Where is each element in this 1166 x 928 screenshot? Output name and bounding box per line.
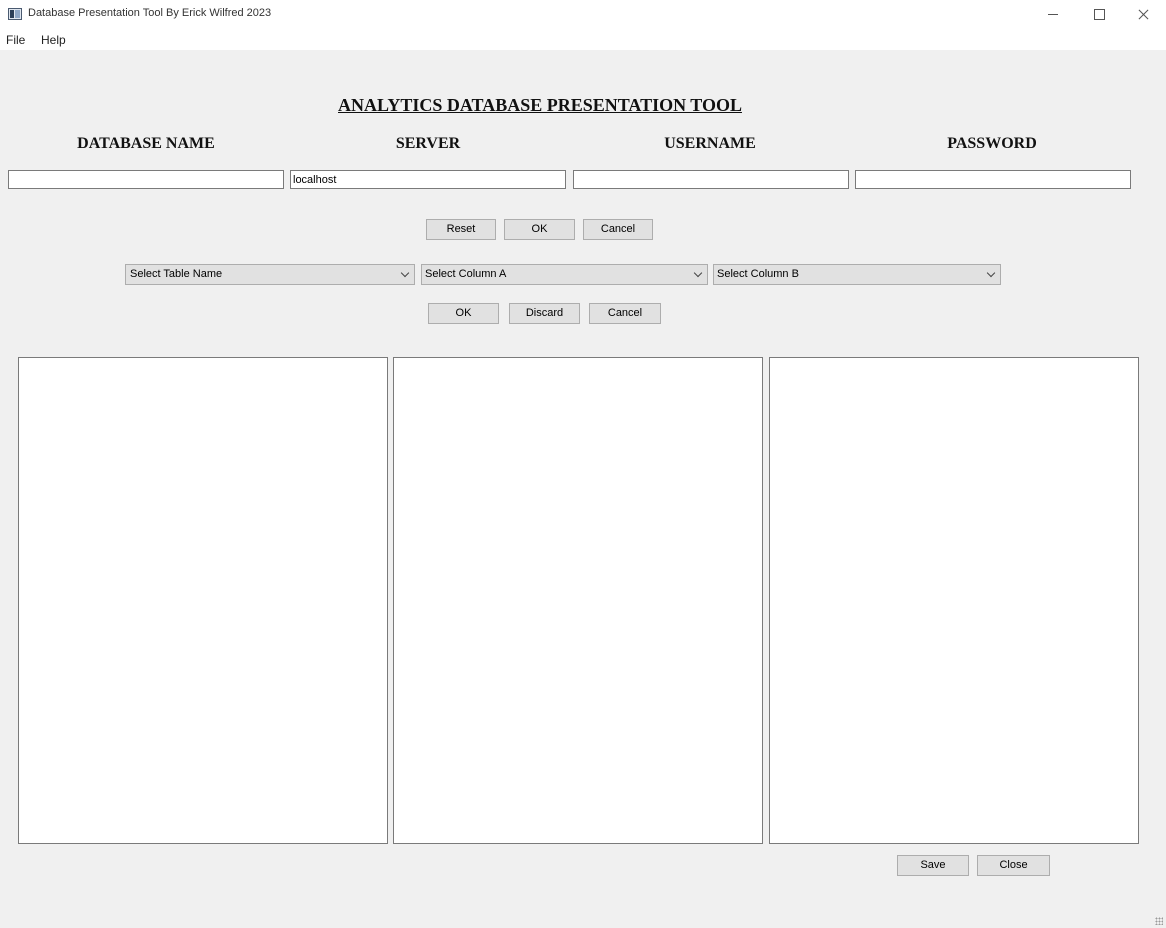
reset-button[interactable]: Reset <box>426 219 496 240</box>
database-name-input[interactable] <box>8 170 284 189</box>
username-input[interactable] <box>573 170 849 189</box>
connect-cancel-button[interactable]: Cancel <box>583 219 653 240</box>
connect-ok-button[interactable]: OK <box>504 219 575 240</box>
close-button[interactable]: Close <box>977 855 1050 876</box>
maximize-icon[interactable] <box>1076 0 1122 30</box>
save-button[interactable]: Save <box>897 855 969 876</box>
password-label: PASSWORD <box>947 135 1037 152</box>
column-b-select-value: Select Column B <box>717 268 799 280</box>
password-input[interactable] <box>855 170 1131 189</box>
table-name-select[interactable]: Select Table Name <box>125 264 415 285</box>
resize-grip-icon[interactable] <box>1155 917 1163 925</box>
database-name-label: DATABASE NAME <box>77 135 215 152</box>
window-title: Database Presentation Tool By Erick Wilf… <box>28 7 272 19</box>
menu-bar: File Help <box>0 30 1166 50</box>
table-name-select-value: Select Table Name <box>130 268 223 280</box>
username-label: USERNAME <box>664 135 756 152</box>
server-label: SERVER <box>395 135 461 152</box>
menu-help[interactable]: Help <box>41 33 66 47</box>
close-icon[interactable] <box>1120 0 1166 30</box>
chevron-down-icon <box>693 268 703 278</box>
app-window-icon <box>8 8 22 20</box>
select-ok-button[interactable]: OK <box>428 303 499 324</box>
title-bar: Database Presentation Tool By Erick Wilf… <box>0 0 1166 30</box>
menu-file[interactable]: File <box>6 33 25 47</box>
chevron-down-icon <box>986 268 996 278</box>
server-input[interactable] <box>290 170 566 189</box>
chevron-down-icon <box>400 268 410 278</box>
minimize-icon[interactable] <box>1030 0 1076 30</box>
table-list-panel[interactable] <box>18 357 388 844</box>
column-b-select[interactable]: Select Column B <box>713 264 1001 285</box>
column-a-select[interactable]: Select Column A <box>421 264 708 285</box>
column-b-panel[interactable] <box>769 357 1139 844</box>
column-a-select-value: Select Column A <box>425 268 507 280</box>
column-a-panel[interactable] <box>393 357 763 844</box>
page-title: ANALYTICS DATABASE PRESENTATION TOOL <box>338 95 742 115</box>
select-cancel-button[interactable]: Cancel <box>589 303 661 324</box>
discard-button[interactable]: Discard <box>509 303 580 324</box>
